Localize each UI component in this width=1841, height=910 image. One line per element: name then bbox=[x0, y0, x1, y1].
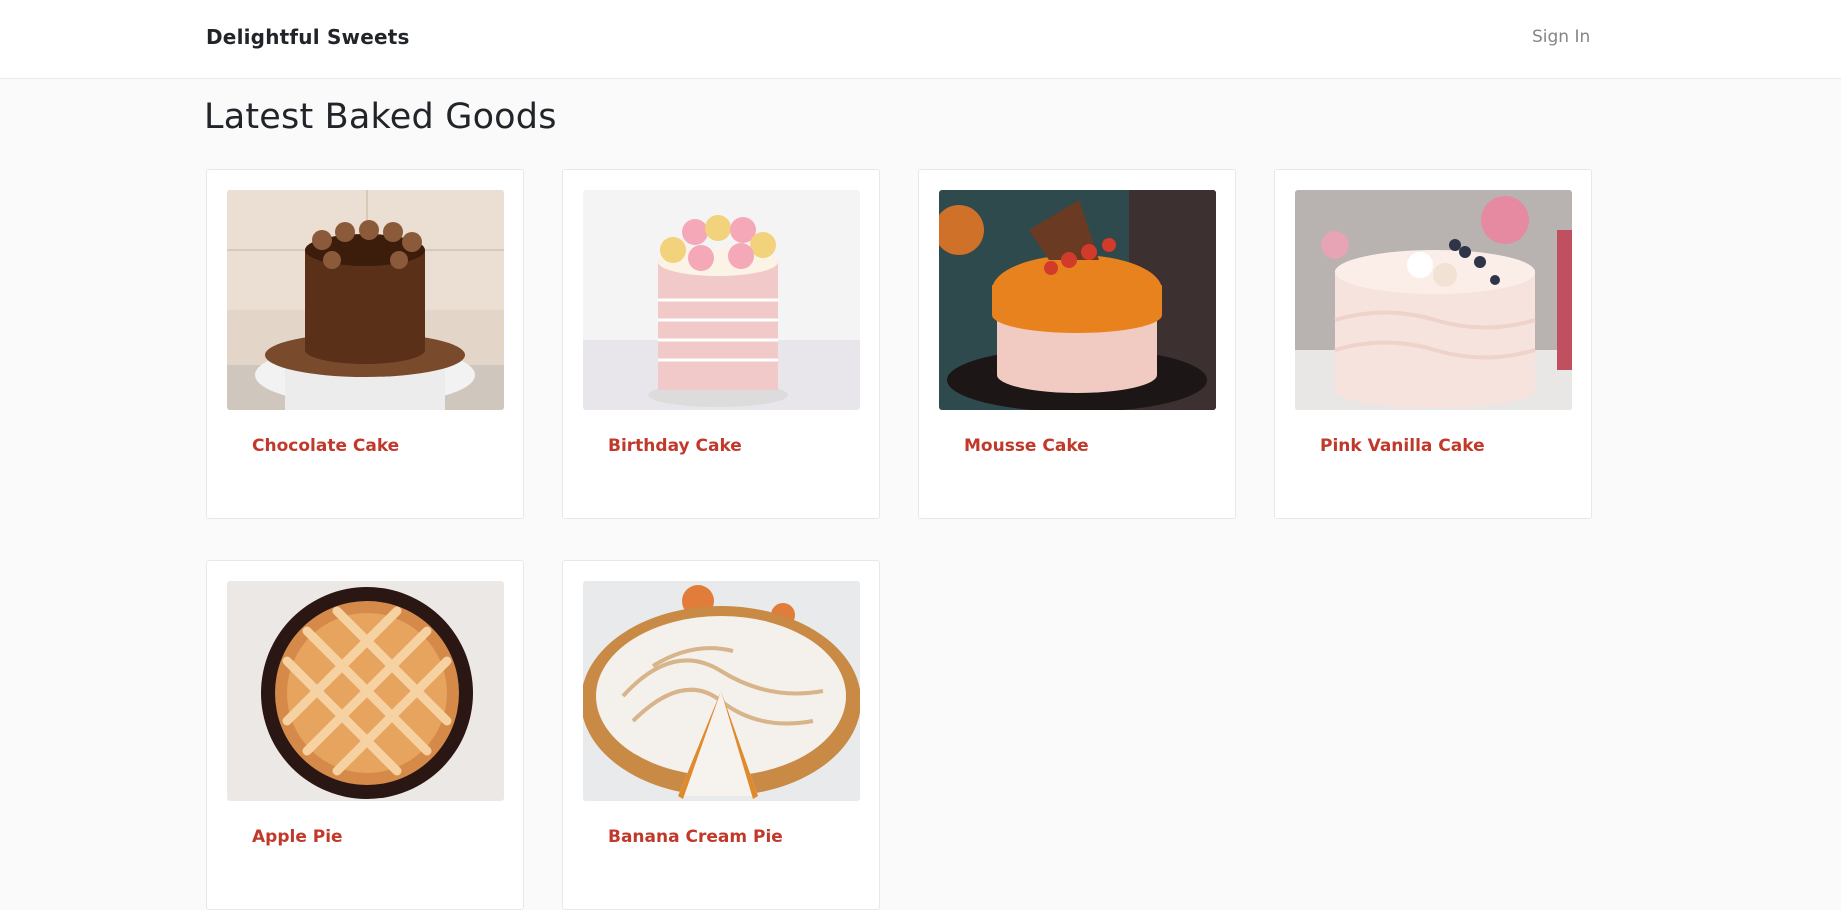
apple-pie-image[interactable] bbox=[227, 581, 504, 801]
pink-vanilla-cake-image[interactable] bbox=[1295, 190, 1572, 410]
mousse-cake-image[interactable] bbox=[939, 190, 1216, 410]
product-card-mousse-cake[interactable]: Mousse Cake bbox=[918, 169, 1236, 519]
product-title-mousse-cake[interactable]: Mousse Cake bbox=[964, 436, 1089, 456]
chocolate-cake-image[interactable] bbox=[227, 190, 504, 410]
product-title-apple-pie[interactable]: Apple Pie bbox=[252, 827, 343, 847]
birthday-cake-image[interactable] bbox=[583, 190, 860, 410]
product-card-banana-cream-pie[interactable]: Banana Cream Pie bbox=[562, 560, 880, 910]
product-title-pink-vanilla-cake[interactable]: Pink Vanilla Cake bbox=[1320, 436, 1485, 456]
product-card-pink-vanilla-cake[interactable]: Pink Vanilla Cake bbox=[1274, 169, 1592, 519]
banana-cream-pie-image[interactable] bbox=[583, 581, 860, 801]
product-card-birthday-cake[interactable]: Birthday Cake bbox=[562, 169, 880, 519]
page-title: Latest Baked Goods bbox=[204, 97, 557, 137]
product-title-banana-cream-pie[interactable]: Banana Cream Pie bbox=[608, 827, 783, 847]
product-card-apple-pie[interactable]: Apple Pie bbox=[206, 560, 524, 910]
navbar: Delightful Sweets Sign In bbox=[0, 0, 1841, 79]
product-card-chocolate-cake[interactable]: Chocolate Cake bbox=[206, 169, 524, 519]
sign-in-link[interactable]: Sign In bbox=[1532, 27, 1590, 47]
product-title-birthday-cake[interactable]: Birthday Cake bbox=[608, 436, 742, 456]
brand-link[interactable]: Delightful Sweets bbox=[206, 25, 410, 49]
product-title-chocolate-cake[interactable]: Chocolate Cake bbox=[252, 436, 399, 456]
